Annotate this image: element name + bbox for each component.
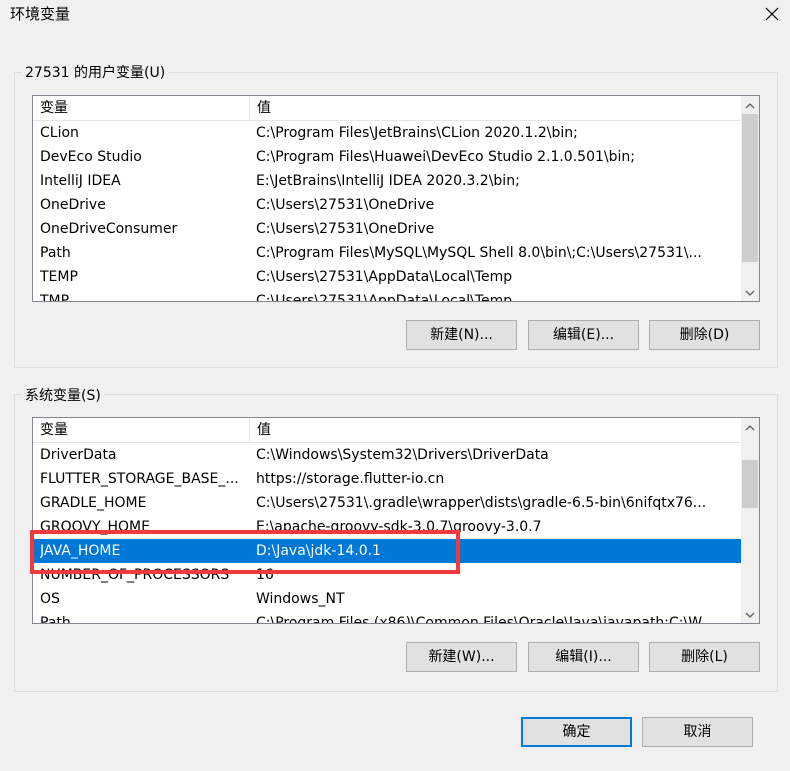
scroll-up-button[interactable] [741,96,759,114]
table-row[interactable]: JAVA_HOME D:\Java\jdk-14.0.1 [33,539,741,563]
variable-value-cell: C:\Users\27531\AppData\Local\Temp [256,269,513,285]
user-vars-list[interactable]: 变量 值 CLion C:\Program Files\JetBrains\CLi… [32,95,760,302]
variable-name-cell: TMP [40,293,70,301]
variable-value-cell: E:\JetBrains\IntelliJ IDEA 2020.3.2\bin; [256,173,520,189]
variable-value-cell: C:\Windows\System32\Drivers\DriverData [256,447,549,463]
variable-name-cell: Path [40,245,71,261]
scroll-down-button[interactable] [741,283,759,301]
system-vars-scrollbar[interactable] [741,418,759,623]
variable-name-cell: DevEco Studio [40,149,142,165]
variable-name-cell: DriverData [40,447,117,463]
window-title: 环境变量 [10,5,71,23]
variable-name-cell: CLion [40,125,79,141]
chevron-up-icon [745,419,755,435]
variable-value-cell: C:\Program Files\Huawei\DevEco Studio 2.… [256,149,635,165]
user-edit-button[interactable]: 编辑(E)... [528,320,639,350]
variable-name-cell: OS [40,591,60,607]
ok-button[interactable]: 确定 [521,717,632,747]
table-row[interactable]: TMP C:\Users\27531\AppData\Local\Temp [33,289,741,301]
chevron-down-icon [745,606,755,622]
variable-value-cell: C:\Program Files (x86)\Common Files\Orac… [256,615,714,623]
column-header-value[interactable]: 值 [249,96,271,120]
table-row[interactable]: GROOVY_HOME E:\apache-groovy-sdk-3.0.7\gr… [33,515,741,539]
system-vars-label: 系统变量(S) [22,385,104,405]
table-row[interactable]: DriverData C:\Windows\System32\Drivers\Dr… [33,443,741,467]
table-row[interactable]: FLUTTER_STORAGE_BASE_... https://storage.… [33,467,741,491]
user-vars-label: 27531 的用户变量(U) [22,62,169,82]
variable-value-cell: C:\Program Files\JetBrains\CLion 2020.1.… [256,125,578,141]
table-row[interactable]: Path C:\Program Files\MySQL\MySQL Shell 8… [33,241,741,265]
variable-name-cell: FLUTTER_STORAGE_BASE_... [40,471,239,487]
chevron-down-icon [745,284,755,300]
variable-name-cell: JAVA_HOME [40,543,121,559]
variable-value-cell: C:\Program Files\MySQL\MySQL Shell 8.0\b… [256,245,702,261]
close-icon [765,7,779,21]
table-row[interactable]: OneDrive C:\Users\27531\OneDrive [33,193,741,217]
column-header-value[interactable]: 值 [249,418,271,442]
variable-name-cell: Path [40,615,71,623]
system-vars-header: 变量 值 [33,418,741,443]
variable-name-cell: GRADLE_HOME [40,495,147,511]
variable-value-cell: Windows_NT [256,591,345,607]
variable-value-cell: C:\Users\27531\AppData\Local\Temp [256,293,513,301]
system-new-button[interactable]: 新建(W)... [406,642,517,672]
variable-name-cell: IntelliJ IDEA [40,173,121,189]
variable-value-cell: D:\Java\jdk-14.0.1 [256,543,381,559]
table-row[interactable]: IntelliJ IDEA E:\JetBrains\IntelliJ IDEA … [33,169,741,193]
user-delete-button[interactable]: 删除(D) [649,320,760,350]
table-row[interactable]: DevEco Studio C:\Program Files\Huawei\Dev… [33,145,741,169]
variable-name-cell: GROOVY_HOME [40,519,150,535]
close-button[interactable] [760,2,784,26]
variable-value-cell: C:\Users\27531\OneDrive [256,221,435,237]
table-row[interactable]: GRADLE_HOME C:\Users\27531\.gradle\wrappe… [33,491,741,515]
user-new-button[interactable]: 新建(N)... [406,320,517,350]
cancel-button[interactable]: 取消 [642,717,753,747]
system-edit-button[interactable]: 编辑(I)... [528,642,639,672]
chevron-up-icon [745,97,755,113]
variable-value-cell: https://storage.flutter-io.cn [256,471,445,487]
scroll-thumb[interactable] [742,114,758,262]
scroll-down-button[interactable] [741,605,759,623]
variable-name-cell: OneDrive [40,197,106,213]
table-row[interactable]: Path C:\Program Files (x86)\Common Files\… [33,611,741,623]
variable-value-cell: C:\Users\27531\.gradle\wrapper\dists\gra… [256,495,707,511]
variable-value-cell: E:\apache-groovy-sdk-3.0.7\groovy-3.0.7 [256,519,542,535]
table-row[interactable]: TEMP C:\Users\27531\AppData\Local\Temp [33,265,741,289]
scroll-up-button[interactable] [741,418,759,436]
table-row[interactable]: NUMBER_OF_PROCESSORS 16 [33,563,741,587]
variable-name-cell: OneDriveConsumer [40,221,178,237]
system-vars-list[interactable]: 变量 值 DriverData C:\Windows\System32\Drive… [32,417,760,624]
system-delete-button[interactable]: 删除(L) [649,642,760,672]
table-row[interactable]: OneDriveConsumer C:\Users\27531\OneDrive [33,217,741,241]
table-row[interactable]: CLion C:\Program Files\JetBrains\CLion 20… [33,121,741,145]
variable-value-cell: C:\Users\27531\OneDrive [256,197,435,213]
variable-value-cell: 16 [256,567,274,583]
column-header-variable[interactable]: 变量 [33,418,249,442]
user-vars-header: 变量 值 [33,96,741,121]
table-row[interactable]: OS Windows_NT [33,587,741,611]
variable-name-cell: TEMP [40,269,78,285]
column-header-variable[interactable]: 变量 [33,96,249,120]
user-vars-scrollbar[interactable] [741,96,759,301]
variable-name-cell: NUMBER_OF_PROCESSORS [40,567,230,583]
scroll-thumb[interactable] [742,460,758,508]
